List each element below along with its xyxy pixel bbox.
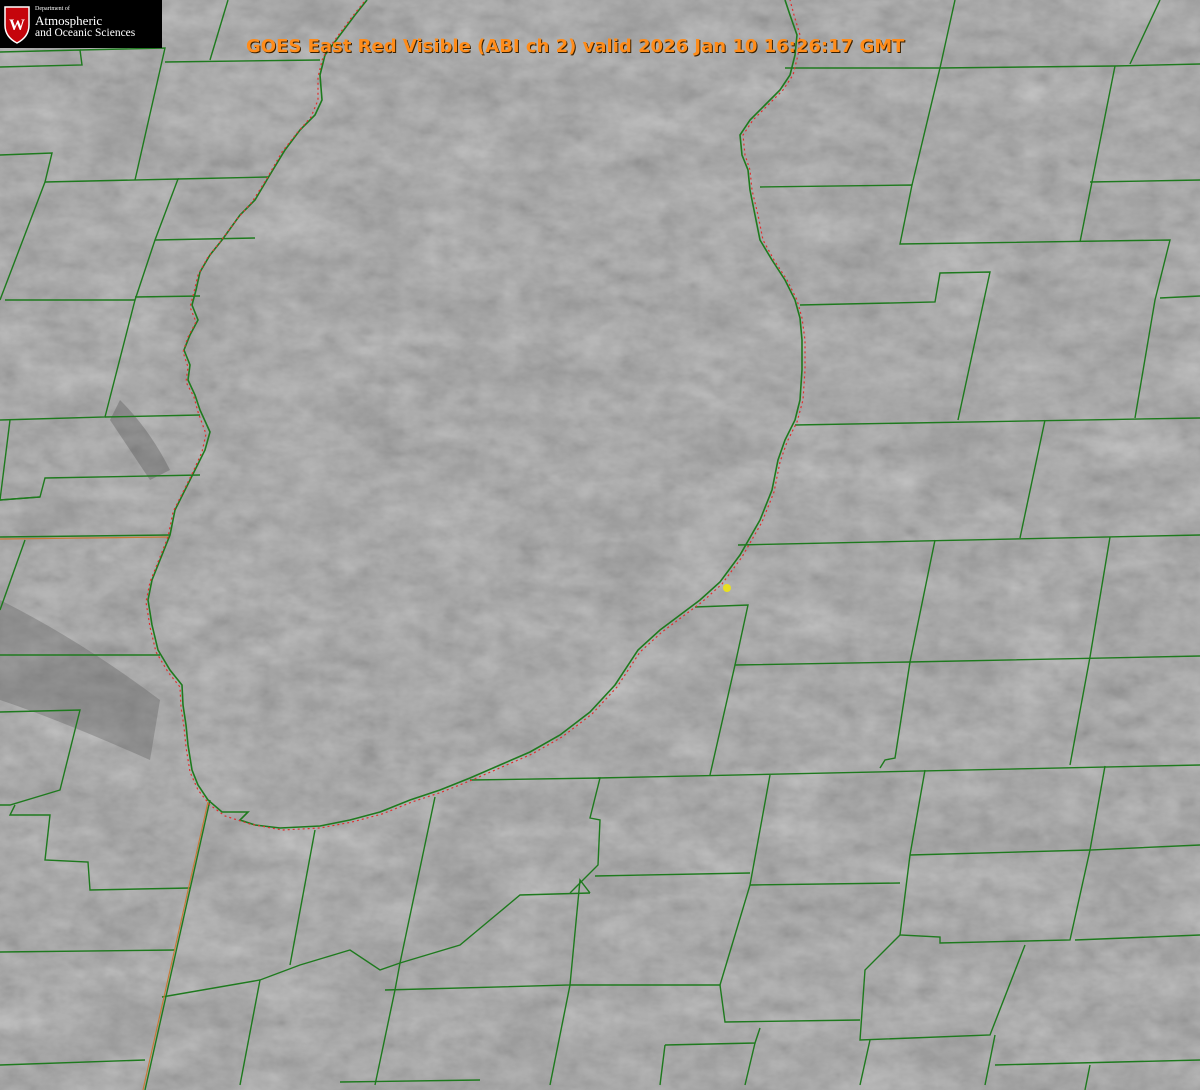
location-marker — [723, 584, 731, 592]
satellite-map — [0, 0, 1200, 1090]
university-logo[interactable]: W Department of Atmospheric and Oceanic … — [0, 0, 162, 48]
svg-text:W: W — [9, 17, 25, 34]
logo-line2: and Oceanic Sciences — [35, 27, 136, 39]
image-title: GOES East Red Visible (ABI ch 2) valid 2… — [246, 36, 905, 57]
crest-icon: W — [4, 6, 30, 44]
logo-department: Department of — [35, 6, 70, 12]
